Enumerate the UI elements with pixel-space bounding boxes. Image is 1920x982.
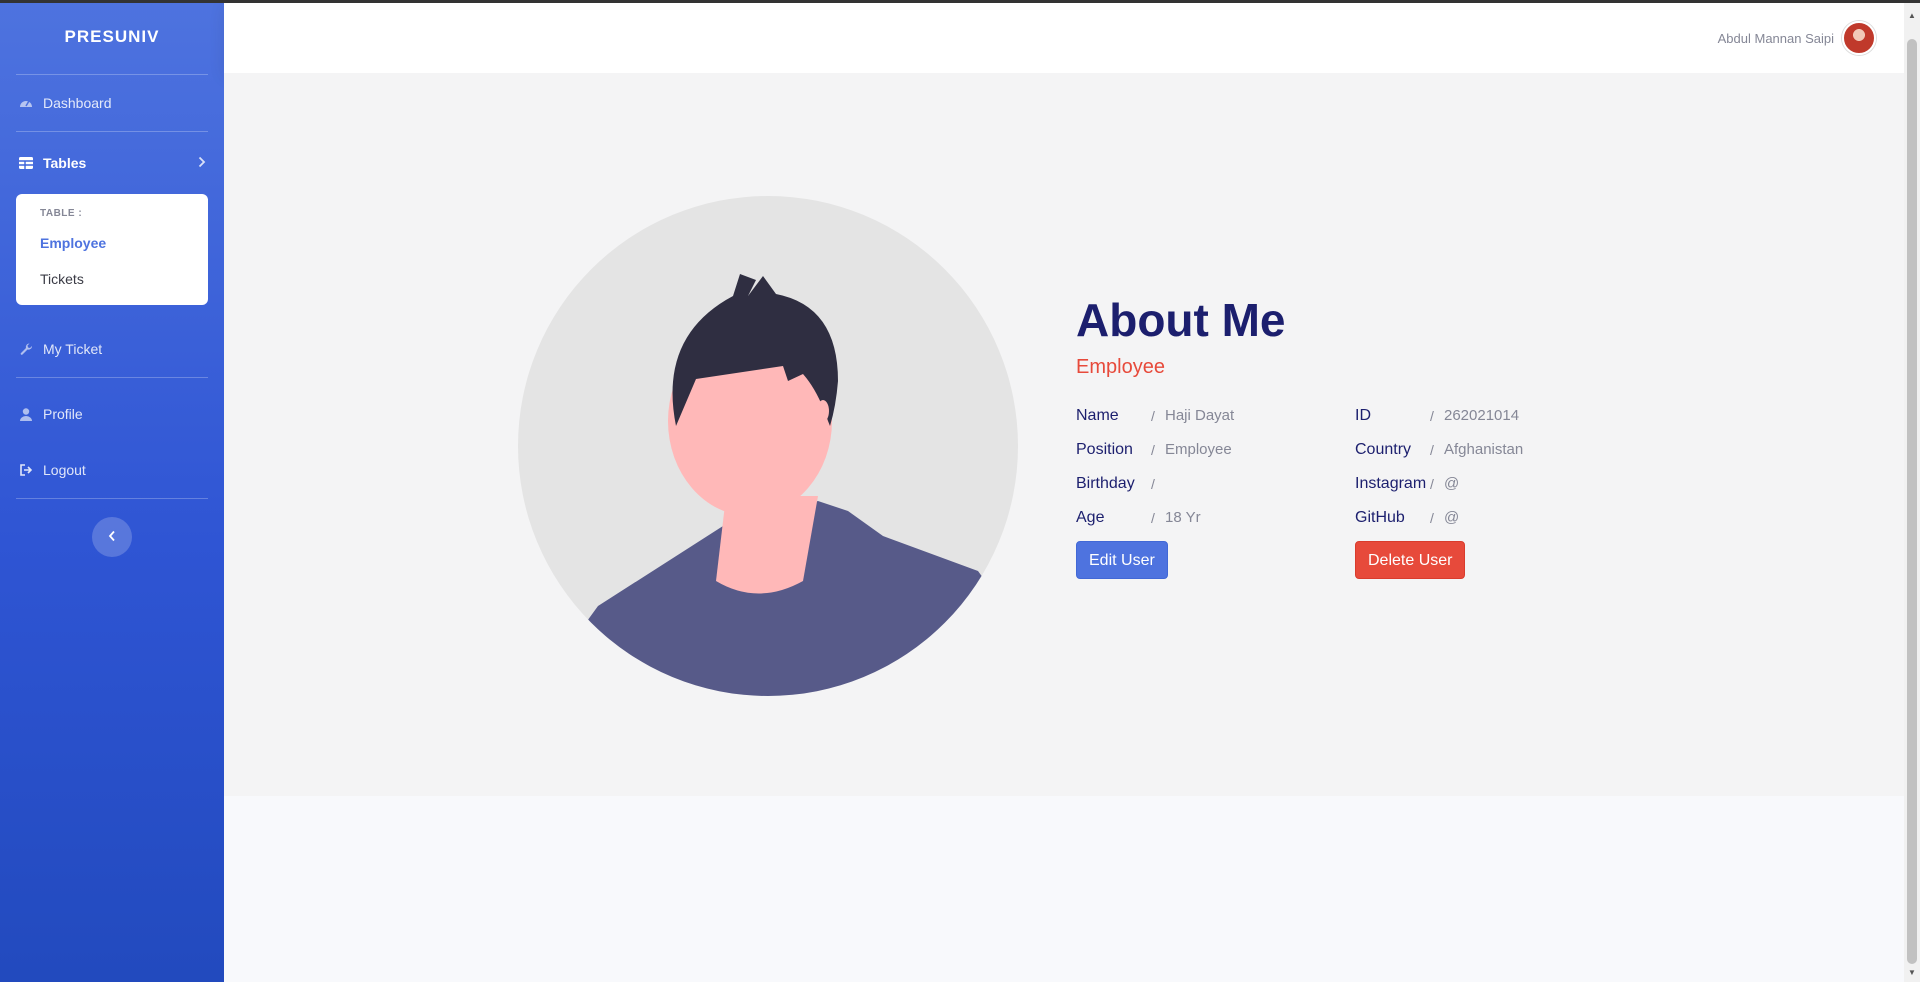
profile-illustration xyxy=(518,196,1018,696)
submenu-item-employee[interactable]: Employee xyxy=(16,225,208,261)
detail-separator: / xyxy=(1151,407,1155,424)
sign-out-icon xyxy=(18,462,34,478)
sidebar-item-label: Dashboard xyxy=(43,95,112,111)
chevron-left-icon xyxy=(108,529,116,545)
window-top-border xyxy=(0,0,1920,3)
detail-separator: / xyxy=(1151,441,1155,458)
detail-row: Position / Employee xyxy=(1076,433,1355,467)
submenu-item-tickets[interactable]: Tickets xyxy=(16,261,208,297)
detail-label: Birthday xyxy=(1076,474,1135,492)
detail-label: Instagram xyxy=(1355,474,1427,492)
role-subtitle: Employee xyxy=(1076,355,1165,378)
details-left: Name / Haji Dayat Position / Employee Bi… xyxy=(1076,399,1355,579)
detail-label: Position xyxy=(1076,440,1133,458)
sidebar: PRESUNIV Dashboard Tables TABLE : Employ… xyxy=(0,0,224,982)
scroll-up-arrow-icon[interactable]: ▲ xyxy=(1904,9,1920,23)
detail-separator: / xyxy=(1430,475,1434,492)
sidebar-divider xyxy=(16,377,208,378)
detail-label: Name xyxy=(1076,406,1119,424)
user-name[interactable]: Abdul Mannan Saipi xyxy=(1718,31,1834,46)
details-grid: Name / Haji Dayat Position / Employee Bi… xyxy=(1076,399,1555,579)
detail-separator: / xyxy=(1151,475,1155,492)
vertical-scrollbar[interactable]: ▲ ▼ xyxy=(1904,3,1920,982)
detail-row: Instagram / @ xyxy=(1355,467,1555,501)
detail-row: ID / 262021014 xyxy=(1355,399,1555,433)
detail-row: Age / 18 Yr xyxy=(1076,501,1355,535)
detail-row: GitHub / @ xyxy=(1355,501,1555,535)
detail-label: GitHub xyxy=(1355,508,1405,526)
chevron-right-icon xyxy=(198,155,206,171)
scroll-down-arrow-icon[interactable]: ▼ xyxy=(1904,966,1920,980)
detail-value: @ xyxy=(1444,509,1460,527)
sidebar-item-logout[interactable]: Logout xyxy=(0,442,224,498)
details-right: ID / 262021014 Country / Afghanistan Ins… xyxy=(1355,399,1555,579)
sidebar-item-label: Tables xyxy=(43,155,87,171)
detail-row: Country / Afghanistan xyxy=(1355,433,1555,467)
tables-submenu: TABLE : Employee Tickets xyxy=(16,194,208,305)
sidebar-item-tables[interactable]: Tables xyxy=(0,132,224,194)
sidebar-toggle-button[interactable] xyxy=(92,517,132,557)
detail-row: Name / Haji Dayat xyxy=(1076,399,1355,433)
sidebar-item-label: Profile xyxy=(43,406,83,422)
detail-value: Haji Dayat xyxy=(1165,407,1235,425)
sidebar-item-profile[interactable]: Profile xyxy=(0,386,224,442)
wrench-icon xyxy=(18,341,34,357)
tachometer-icon xyxy=(18,95,34,111)
about-panel: About Me Employee Name / Haji Dayat Posi… xyxy=(1076,295,1555,579)
detail-label: Age xyxy=(1076,508,1105,526)
delete-user-button[interactable]: Delete User xyxy=(1355,540,1466,579)
detail-separator: / xyxy=(1151,509,1155,526)
table-icon xyxy=(18,155,34,171)
sidebar-item-my-ticket[interactable]: My Ticket xyxy=(0,321,224,377)
detail-separator: / xyxy=(1430,407,1434,424)
topbar: Abdul Mannan Saipi xyxy=(224,3,1904,73)
submenu-header: TABLE : xyxy=(40,208,83,219)
detail-label: Country xyxy=(1355,440,1412,458)
edit-user-button[interactable]: Edit User xyxy=(1076,540,1168,579)
sidebar-item-label: Logout xyxy=(43,462,86,478)
detail-value: @ xyxy=(1444,475,1460,493)
detail-row: Birthday / xyxy=(1076,467,1355,501)
detail-label: ID xyxy=(1355,406,1371,424)
detail-value: 18 Yr xyxy=(1165,509,1201,527)
page-title: About Me xyxy=(1076,294,1286,346)
avatar[interactable] xyxy=(1842,21,1876,55)
user-icon xyxy=(18,406,34,422)
brand-logo[interactable]: PRESUNIV xyxy=(0,0,224,74)
detail-separator: / xyxy=(1430,441,1434,458)
sidebar-item-label: My Ticket xyxy=(43,341,103,357)
profile-section: About Me Employee Name / Haji Dayat Posi… xyxy=(224,73,1904,796)
scroll-thumb[interactable] xyxy=(1907,39,1917,964)
detail-value: 262021014 xyxy=(1444,407,1520,425)
detail-separator: / xyxy=(1430,509,1434,526)
detail-value: Employee xyxy=(1165,441,1232,459)
detail-value: Afghanistan xyxy=(1444,441,1524,459)
sidebar-item-dashboard[interactable]: Dashboard xyxy=(0,75,224,131)
sidebar-divider xyxy=(16,498,208,499)
